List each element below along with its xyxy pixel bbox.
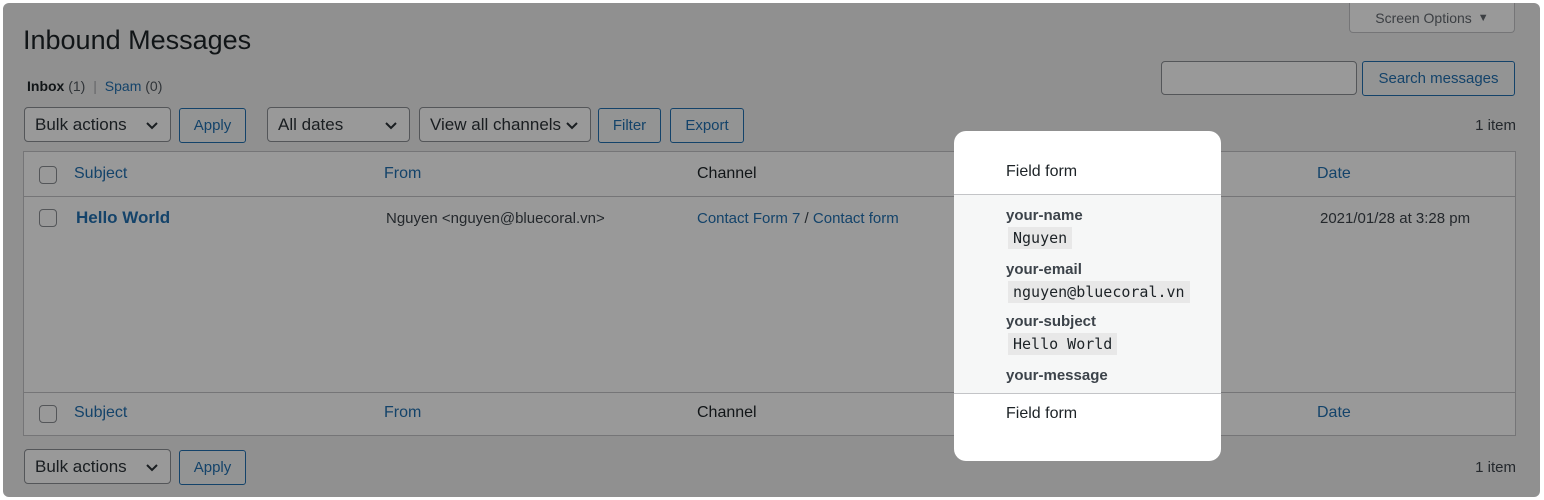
channel-column-footer: Channel bbox=[697, 404, 757, 421]
from-column-header[interactable]: From bbox=[384, 165, 421, 183]
chevron-down-icon bbox=[566, 121, 578, 129]
item-count-bottom: 1 item bbox=[1475, 459, 1516, 476]
channel-separator: / bbox=[804, 210, 809, 227]
channels-select[interactable]: View all channels bbox=[419, 107, 591, 142]
field-value: Hello World bbox=[1008, 333, 1118, 355]
dates-select[interactable]: All dates bbox=[267, 107, 410, 142]
date-column-header[interactable]: Date bbox=[1317, 165, 1351, 183]
screen-options-button[interactable]: Screen Options ▼ bbox=[1349, 3, 1515, 33]
field-name: your-name bbox=[1006, 207, 1083, 224]
select-all-checkbox[interactable] bbox=[39, 166, 57, 184]
field-name: your-subject bbox=[1006, 313, 1097, 330]
from-column-footer[interactable]: From bbox=[384, 404, 421, 422]
date-column-footer[interactable]: Date bbox=[1317, 404, 1351, 422]
field-value: nguyen@bluecoral.vn bbox=[1008, 281, 1190, 303]
messages-table: Subject From Channel Date Hello World Ng… bbox=[23, 151, 1516, 436]
field-name: your-message bbox=[1006, 367, 1108, 384]
apply-button[interactable]: Apply bbox=[179, 108, 246, 143]
search-messages-button[interactable]: Search messages bbox=[1362, 61, 1515, 96]
field-form-column-footer: Field form bbox=[1006, 405, 1078, 422]
message-channel: Contact Form 7 / Contact form bbox=[697, 210, 899, 227]
spam-count: (0) bbox=[145, 78, 163, 94]
channels-value: View all channels bbox=[430, 114, 562, 134]
export-button[interactable]: Export bbox=[670, 108, 744, 143]
admin-page: Screen Options ▼ Inbound Messages Inbox … bbox=[3, 3, 1540, 497]
field-value: Nguyen bbox=[1008, 227, 1073, 249]
view-filter-links: Inbox (1) | Spam (0) bbox=[27, 78, 162, 94]
inbox-link[interactable]: Inbox bbox=[27, 78, 64, 94]
row-checkbox[interactable] bbox=[39, 209, 57, 227]
table-footer: Subject From Channel Date bbox=[24, 392, 1515, 435]
channel-parent-link[interactable]: Contact Form 7 bbox=[697, 210, 800, 227]
field-form-column-header: Field form bbox=[1006, 163, 1078, 180]
field-form-column-highlight: Field form your-name Nguyen your-email n… bbox=[954, 131, 1221, 461]
apply-button-bottom[interactable]: Apply bbox=[179, 450, 246, 485]
bulk-actions-select[interactable]: Bulk actions bbox=[24, 107, 171, 142]
screen-options-label: Screen Options bbox=[1375, 9, 1472, 26]
bulk-actions-value: Bulk actions bbox=[35, 114, 127, 134]
bulk-actions-select-bottom[interactable]: Bulk actions bbox=[24, 449, 171, 484]
dates-value: All dates bbox=[278, 114, 344, 134]
item-count: 1 item bbox=[1475, 117, 1516, 134]
spam-link[interactable]: Spam bbox=[105, 78, 142, 94]
triangle-down-icon: ▼ bbox=[1477, 11, 1489, 24]
bulk-actions-value-bottom: Bulk actions bbox=[35, 456, 127, 476]
channel-column-header: Channel bbox=[697, 165, 757, 182]
subject-column-header[interactable]: Subject bbox=[74, 165, 127, 183]
subject-column-footer[interactable]: Subject bbox=[74, 404, 127, 422]
inbox-count: (1) bbox=[68, 78, 86, 94]
chevron-down-icon bbox=[385, 121, 397, 129]
search-input[interactable] bbox=[1161, 61, 1357, 95]
field-form-header: Field form bbox=[954, 151, 1221, 195]
chevron-down-icon bbox=[146, 121, 158, 129]
chevron-down-icon bbox=[146, 463, 158, 471]
message-from: Nguyen <nguyen@bluecoral.vn> bbox=[386, 210, 605, 227]
message-subject-link[interactable]: Hello World bbox=[76, 208, 170, 228]
field-name: your-email bbox=[1006, 261, 1082, 278]
channel-child-link[interactable]: Contact form bbox=[813, 210, 899, 227]
field-form-footer: Field form bbox=[954, 393, 1221, 435]
page-title: Inbound Messages bbox=[23, 25, 252, 55]
select-all-checkbox-footer[interactable] bbox=[39, 405, 57, 423]
field-form-cell: your-name Nguyen your-email nguyen@bluec… bbox=[954, 195, 1221, 393]
filter-button[interactable]: Filter bbox=[598, 108, 661, 143]
table-header: Subject From Channel Date bbox=[24, 152, 1515, 197]
view-separator: | bbox=[93, 78, 97, 94]
message-date: 2021/01/28 at 3:28 pm bbox=[1320, 210, 1471, 227]
